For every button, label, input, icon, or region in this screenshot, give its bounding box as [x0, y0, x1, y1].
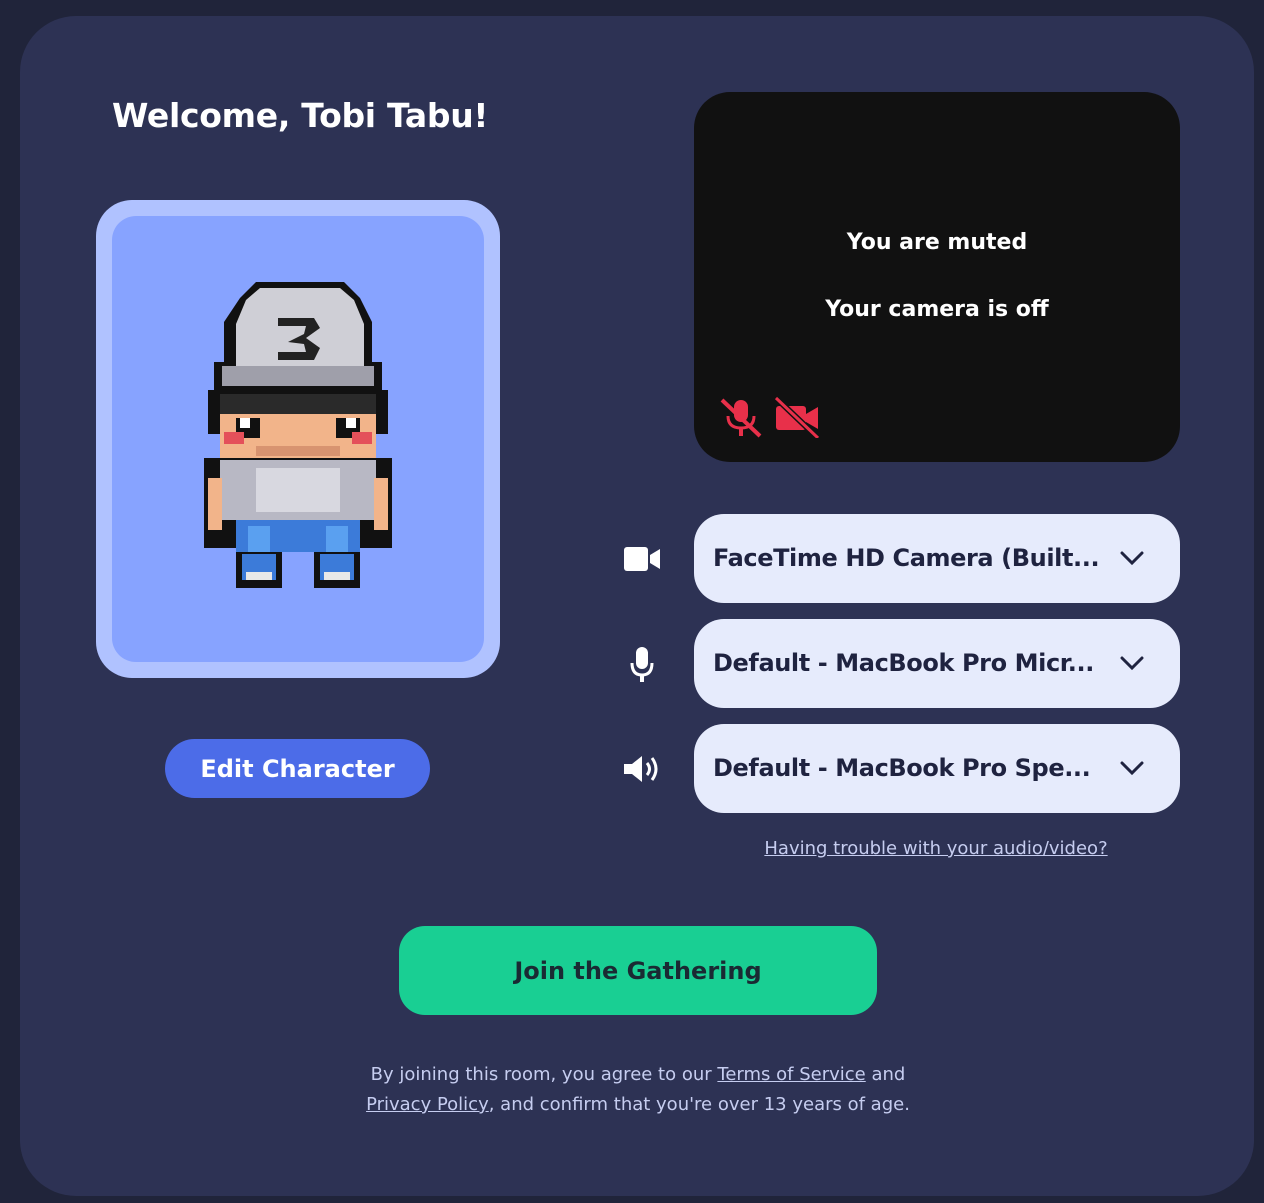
legal-text-3: , and confirm that you're over 13 years …	[488, 1094, 910, 1115]
video-preview: You are muted Your camera is off	[694, 92, 1180, 462]
welcome-title: Welcome, Tobi Tabu!	[112, 96, 489, 135]
video-camera-icon	[620, 539, 664, 579]
muted-status-text: You are muted	[846, 230, 1028, 255]
audio-video-help-link[interactable]: Having trouble with your audio/video?	[736, 838, 1136, 859]
chevron-down-icon	[1120, 656, 1144, 671]
join-gathering-button[interactable]: Join the Gathering	[399, 926, 877, 1015]
terms-of-service-link[interactable]: Terms of Service	[717, 1064, 865, 1085]
chevron-down-icon	[1120, 551, 1144, 566]
edit-character-button[interactable]: Edit Character	[165, 739, 430, 798]
privacy-policy-link[interactable]: Privacy Policy	[366, 1094, 489, 1115]
camera-select-value: FaceTime HD Camera (Built...	[713, 544, 1100, 572]
legal-notice: By joining this room, you agree to our T…	[300, 1060, 976, 1120]
character-avatar	[204, 282, 392, 588]
chevron-down-icon	[1120, 761, 1144, 776]
microphone-select-value: Default - MacBook Pro Micr...	[713, 649, 1094, 677]
microphone-select[interactable]: Default - MacBook Pro Micr...	[694, 619, 1180, 708]
speaker-select[interactable]: Default - MacBook Pro Spe...	[694, 724, 1180, 813]
camera-select[interactable]: FaceTime HD Camera (Built...	[694, 514, 1180, 603]
speaker-select-value: Default - MacBook Pro Spe...	[713, 754, 1091, 782]
legal-text-1: By joining this room, you agree to our	[370, 1064, 718, 1085]
camera-off-icon	[773, 396, 821, 438]
legal-text-2: and	[865, 1064, 906, 1085]
speaker-icon	[620, 749, 664, 789]
mic-off-icon	[720, 398, 762, 438]
camera-off-status-text: Your camera is off	[825, 297, 1049, 322]
microphone-icon	[620, 644, 664, 684]
